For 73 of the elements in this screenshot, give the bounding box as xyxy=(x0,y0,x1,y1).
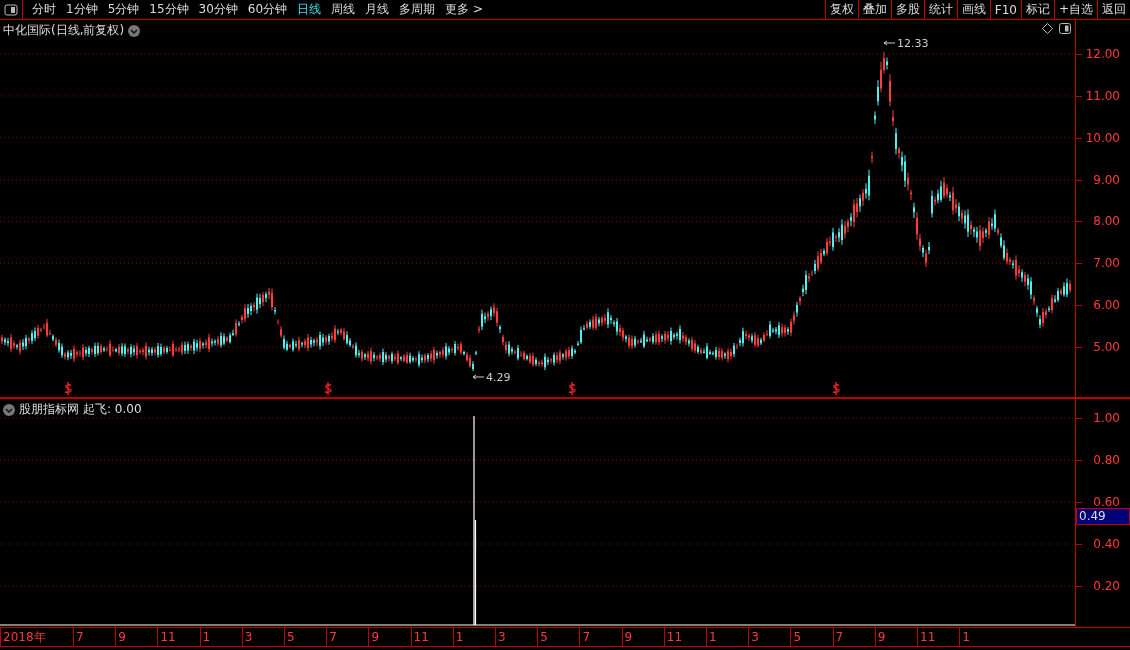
low-price-label: 4.29 xyxy=(486,371,511,384)
date-axis-label: 1 xyxy=(706,628,717,646)
dollar-icon xyxy=(324,381,332,396)
panel-toggle-icon[interactable] xyxy=(1059,23,1071,34)
cursor-value-label: 0.49 xyxy=(1076,508,1130,525)
date-axis-label: 11 xyxy=(410,628,429,646)
dollar-icon xyxy=(832,381,840,396)
period-tab[interactable]: 分时 xyxy=(27,1,61,18)
date-axis-label: 1 xyxy=(199,628,211,646)
period-tab[interactable]: 15分钟 xyxy=(144,1,194,18)
dollar-icon xyxy=(64,381,72,396)
price-axis-label: 11.00 xyxy=(1085,88,1120,103)
price-axis-label: 5.00 xyxy=(1093,340,1120,354)
toolbar-button[interactable]: 返回 xyxy=(1097,0,1130,19)
dollar-icon xyxy=(568,381,576,396)
date-axis-label: 3 xyxy=(748,628,759,646)
toolbar-button[interactable]: +自选 xyxy=(1053,0,1097,19)
indicator-axis-label: 0.80 xyxy=(1093,453,1120,467)
date-axis-label: 5 xyxy=(284,628,295,646)
panel-toggle-icon[interactable] xyxy=(4,3,18,16)
toolbar-button[interactable]: 叠加 xyxy=(857,0,891,19)
toolbar-button[interactable]: 复权 xyxy=(824,0,858,19)
price-axis-label: 10.00 xyxy=(1085,130,1120,145)
toolbar-button[interactable]: 标记 xyxy=(1020,0,1054,19)
leader-line xyxy=(472,374,485,380)
period-tab[interactable]: 日线 xyxy=(292,1,327,18)
indicator-name: 股朋指标网 xyxy=(19,401,79,418)
price-axis-label: 8.00 xyxy=(1093,214,1120,229)
date-axis-label: 11 xyxy=(157,628,176,646)
date-axis-label: 9 xyxy=(874,628,886,646)
toolbar-button[interactable]: 多股 xyxy=(890,0,924,19)
date-axis-label: 1 xyxy=(452,628,464,646)
date-axis-label: 7 xyxy=(73,628,84,646)
diamond-icon[interactable] xyxy=(1042,23,1053,34)
period-tab[interactable]: 60分钟 xyxy=(242,1,293,18)
indicator-axis-label: 1.00 xyxy=(1093,411,1120,425)
price-axis-label: 12.00 xyxy=(1085,47,1120,61)
period-tab[interactable]: 1分钟 xyxy=(61,1,103,18)
date-axis-label: 3 xyxy=(241,628,253,646)
period-tab[interactable]: 月线 xyxy=(360,1,395,18)
toolbar-button[interactable]: 画线 xyxy=(956,0,990,19)
date-axis-label: 9 xyxy=(621,628,633,646)
toolbar-button[interactable]: 统计 xyxy=(923,0,957,19)
date-axis-label: 11 xyxy=(917,628,936,646)
date-axis-label: 2018年 xyxy=(0,628,46,646)
date-axis-label: 9 xyxy=(368,628,380,646)
period-tab[interactable]: 更多 > xyxy=(440,1,488,18)
indicator-axis-label: 0.20 xyxy=(1093,579,1120,593)
date-axis-label: 7 xyxy=(326,628,337,646)
date-axis-label: 5 xyxy=(790,628,802,646)
date-axis-label: 3 xyxy=(495,628,506,646)
date-axis-label: 7 xyxy=(579,628,591,646)
price-axis-label: 6.00 xyxy=(1093,298,1120,313)
period-tab[interactable]: 30分钟 xyxy=(193,1,243,18)
indicator-axis-label: 0.40 xyxy=(1093,537,1120,551)
date-axis-label: 11 xyxy=(663,628,683,646)
date-axis-label: 1 xyxy=(959,628,970,646)
price-axis-label: 9.00 xyxy=(1093,172,1120,187)
leader-line xyxy=(883,40,896,46)
period-tab[interactable]: 多周期 xyxy=(394,1,441,18)
date-axis-label: 9 xyxy=(115,628,126,646)
high-price-label: 12.33 xyxy=(897,37,929,50)
dropdown-icon[interactable] xyxy=(128,24,141,37)
date-axis-label: 5 xyxy=(537,628,548,646)
dropdown-icon[interactable] xyxy=(3,403,15,416)
price-axis-label: 7.00 xyxy=(1093,256,1120,271)
indicator-axis-label: 0.60 xyxy=(1093,495,1120,509)
period-tab[interactable]: 周线 xyxy=(326,1,361,18)
chart-title: 中化国际(日线,前复权) xyxy=(3,22,125,39)
indicator-value: 起飞: 0.00 xyxy=(83,401,142,418)
period-tab[interactable]: 5分钟 xyxy=(102,1,145,18)
date-axis-label: 7 xyxy=(832,628,844,646)
toolbar-button[interactable]: F10 xyxy=(989,0,1021,19)
